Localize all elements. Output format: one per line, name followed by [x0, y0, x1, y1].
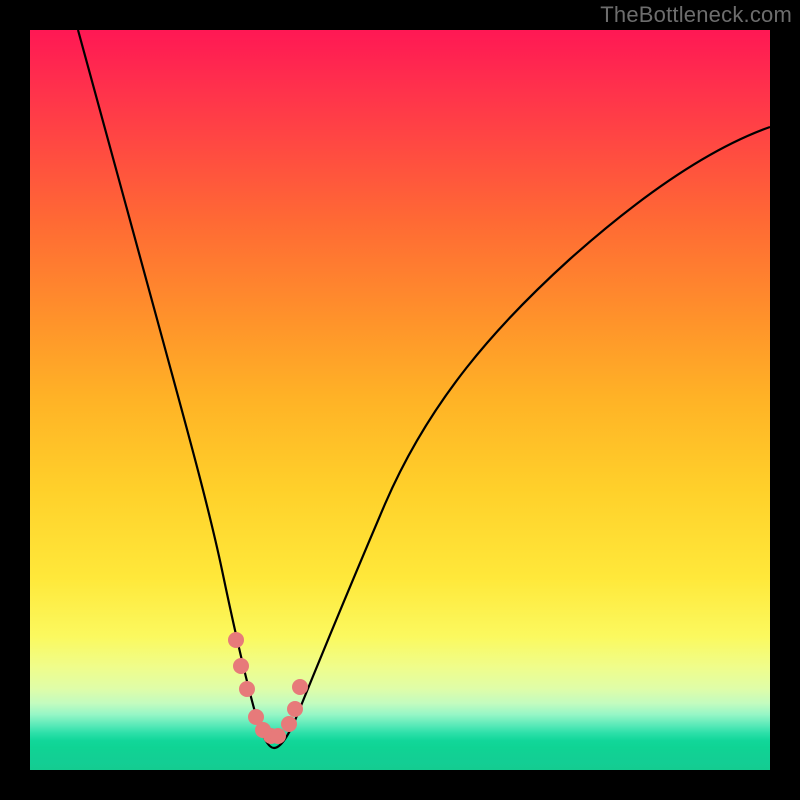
marker-dot	[270, 728, 286, 744]
marker-dot	[239, 681, 255, 697]
bottleneck-curve-path	[78, 30, 770, 748]
marker-dot	[287, 701, 303, 717]
marker-dot	[281, 716, 297, 732]
marker-dot	[292, 679, 308, 695]
chart-frame: TheBottleneck.com	[0, 0, 800, 800]
plot-area	[30, 30, 770, 770]
marker-dot	[228, 632, 244, 648]
curve-svg	[30, 30, 770, 770]
marker-dot	[233, 658, 249, 674]
watermark-text: TheBottleneck.com	[600, 2, 792, 28]
